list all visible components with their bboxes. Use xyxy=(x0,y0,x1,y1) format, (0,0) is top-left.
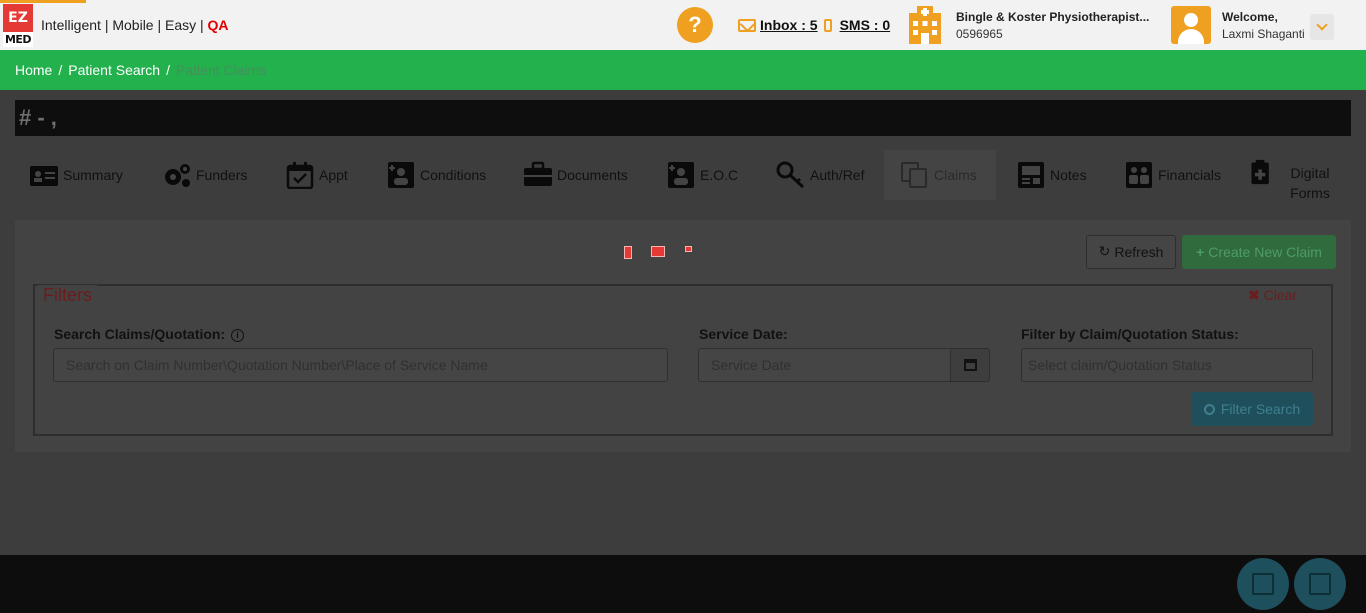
calendar-button[interactable] xyxy=(950,348,990,382)
clear-filters-link[interactable]: ✖ Clear xyxy=(1243,287,1303,304)
ezmed-logo[interactable]: EZ MED xyxy=(3,4,33,47)
create-new-claim-button[interactable]: + Create New Claim xyxy=(1182,235,1336,269)
filter-search-button[interactable]: Filter Search xyxy=(1191,392,1313,426)
breadcrumb-separator: / xyxy=(58,62,63,78)
user-avatar[interactable] xyxy=(1171,6,1211,44)
status-filter-label: Filter by Claim/Quotation Status: xyxy=(1021,326,1239,342)
mobile-phone-icon xyxy=(823,18,832,32)
breadcrumb-separator: / xyxy=(166,62,170,78)
tagline: Intelligent | Mobile | Easy | QA xyxy=(41,17,229,33)
chevron-down-icon[interactable] xyxy=(1310,14,1334,40)
tab-claims[interactable]: Claims xyxy=(884,150,996,200)
loading-dot xyxy=(624,246,632,259)
filters-legend: Filters xyxy=(38,285,97,306)
breadcrumb-home[interactable]: Home xyxy=(15,62,52,78)
clipboard-plus-icon xyxy=(1251,159,1269,185)
clinic-phone: 0596965 xyxy=(956,27,1003,41)
id-card-icon xyxy=(30,166,58,186)
user-medical-icon xyxy=(668,162,694,188)
top-header: EZ MED Intelligent | Mobile | Easy | QA … xyxy=(0,0,1366,50)
tab-label: Digital Forms xyxy=(1290,165,1330,201)
gears-icon xyxy=(165,164,190,187)
users-money-icon xyxy=(1126,162,1152,188)
inbox-link[interactable]: Inbox : 5 xyxy=(760,17,818,33)
tab-label: Claims xyxy=(934,167,977,183)
breadcrumb-current: Patient Claims xyxy=(175,62,267,78)
tab-digital-forms[interactable]: Digital Forms xyxy=(1248,150,1348,212)
search-claims-input[interactable]: Search on Claim Number\Quotation Number\… xyxy=(53,348,668,382)
tagline-text: Intelligent | Mobile | Easy | xyxy=(41,17,204,33)
user-name: Laxmi Shaganti xyxy=(1222,27,1305,41)
patient-tabs: Summary Funders Appt Conditions Document… xyxy=(15,150,1351,220)
tab-label: Documents xyxy=(557,167,628,183)
service-date-input[interactable]: Service Date xyxy=(698,348,951,382)
address-book-icon xyxy=(1309,573,1331,595)
refresh-label: Refresh xyxy=(1114,244,1164,260)
tab-funders[interactable]: Funders xyxy=(162,150,272,200)
hospital-icon xyxy=(909,6,941,44)
refresh-icon: ↻ xyxy=(1098,244,1111,260)
create-label: Create New Claim xyxy=(1208,244,1322,260)
filter-search-label: Filter Search xyxy=(1220,401,1301,417)
close-icon: ✖ xyxy=(1248,287,1260,303)
breadcrumb: Home / Patient Search / Patient Claims xyxy=(0,50,1366,90)
contacts-fab-button[interactable] xyxy=(1294,558,1346,610)
envelope-icon xyxy=(738,18,756,32)
briefcase-icon xyxy=(524,161,552,186)
logo-accent-strip xyxy=(0,0,86,3)
loading-dot xyxy=(651,246,665,257)
tab-summary[interactable]: Summary xyxy=(29,150,149,200)
tab-label: Auth/Ref xyxy=(810,167,865,183)
tab-label: E.O.C xyxy=(700,167,739,183)
logo-mark: EZ xyxy=(3,4,33,32)
tab-label: Funders xyxy=(196,167,248,183)
calendar-fab-button[interactable] xyxy=(1237,558,1289,610)
avatar-body xyxy=(1178,29,1204,44)
tab-notes[interactable]: Notes xyxy=(1016,150,1116,200)
patient-title-bar: # - , xyxy=(15,100,1351,136)
search-claims-label-text: Search Claims/Quotation: xyxy=(54,326,226,342)
calendar-check-icon xyxy=(286,162,314,189)
notes-icon xyxy=(1018,162,1044,188)
tab-auth-ref[interactable]: Auth/Ref xyxy=(776,150,886,200)
sms-link[interactable]: SMS : 0 xyxy=(840,17,891,33)
copy-icon xyxy=(901,162,927,188)
key-icon xyxy=(776,161,805,189)
page-footer xyxy=(0,555,1366,613)
calendar-icon xyxy=(1252,573,1274,595)
tab-label: Conditions xyxy=(420,167,487,183)
calendar-icon xyxy=(964,359,977,371)
welcome-label: Welcome, xyxy=(1222,10,1278,24)
tab-conditions[interactable]: Conditions xyxy=(386,150,506,200)
tab-financials[interactable]: Financials xyxy=(1124,150,1239,200)
avatar-head xyxy=(1184,13,1198,27)
user-medical-icon xyxy=(388,162,414,188)
info-icon[interactable]: i xyxy=(231,329,245,342)
breadcrumb-patient-search[interactable]: Patient Search xyxy=(68,62,160,78)
plus-icon: + xyxy=(1196,244,1205,260)
search-claims-label: Search Claims/Quotation: i xyxy=(54,326,245,342)
tab-eoc[interactable]: E.O.C xyxy=(666,150,766,200)
refresh-button[interactable]: ↻ Refresh xyxy=(1086,235,1176,269)
service-date-label: Service Date: xyxy=(699,326,788,342)
clear-label: Clear xyxy=(1263,287,1298,303)
logo-text: MED xyxy=(3,32,33,47)
tab-label: Notes xyxy=(1050,167,1087,183)
search-icon xyxy=(1203,403,1215,415)
tab-label: Financials xyxy=(1158,167,1222,183)
tab-label: Summary xyxy=(63,167,123,183)
environment-badge: QA xyxy=(207,17,229,33)
tab-documents[interactable]: Documents xyxy=(523,150,653,200)
messages-area: Inbox : 5 SMS : 0 xyxy=(738,15,896,35)
status-select[interactable]: Select claim/Quotation Status xyxy=(1021,348,1313,382)
clinic-name[interactable]: Bingle & Koster Physiotherapist... xyxy=(956,10,1149,24)
help-button[interactable]: ? xyxy=(677,7,713,43)
loading-dot xyxy=(685,246,692,252)
tab-appt[interactable]: Appt xyxy=(285,150,375,200)
tab-label: Appt xyxy=(319,167,348,183)
